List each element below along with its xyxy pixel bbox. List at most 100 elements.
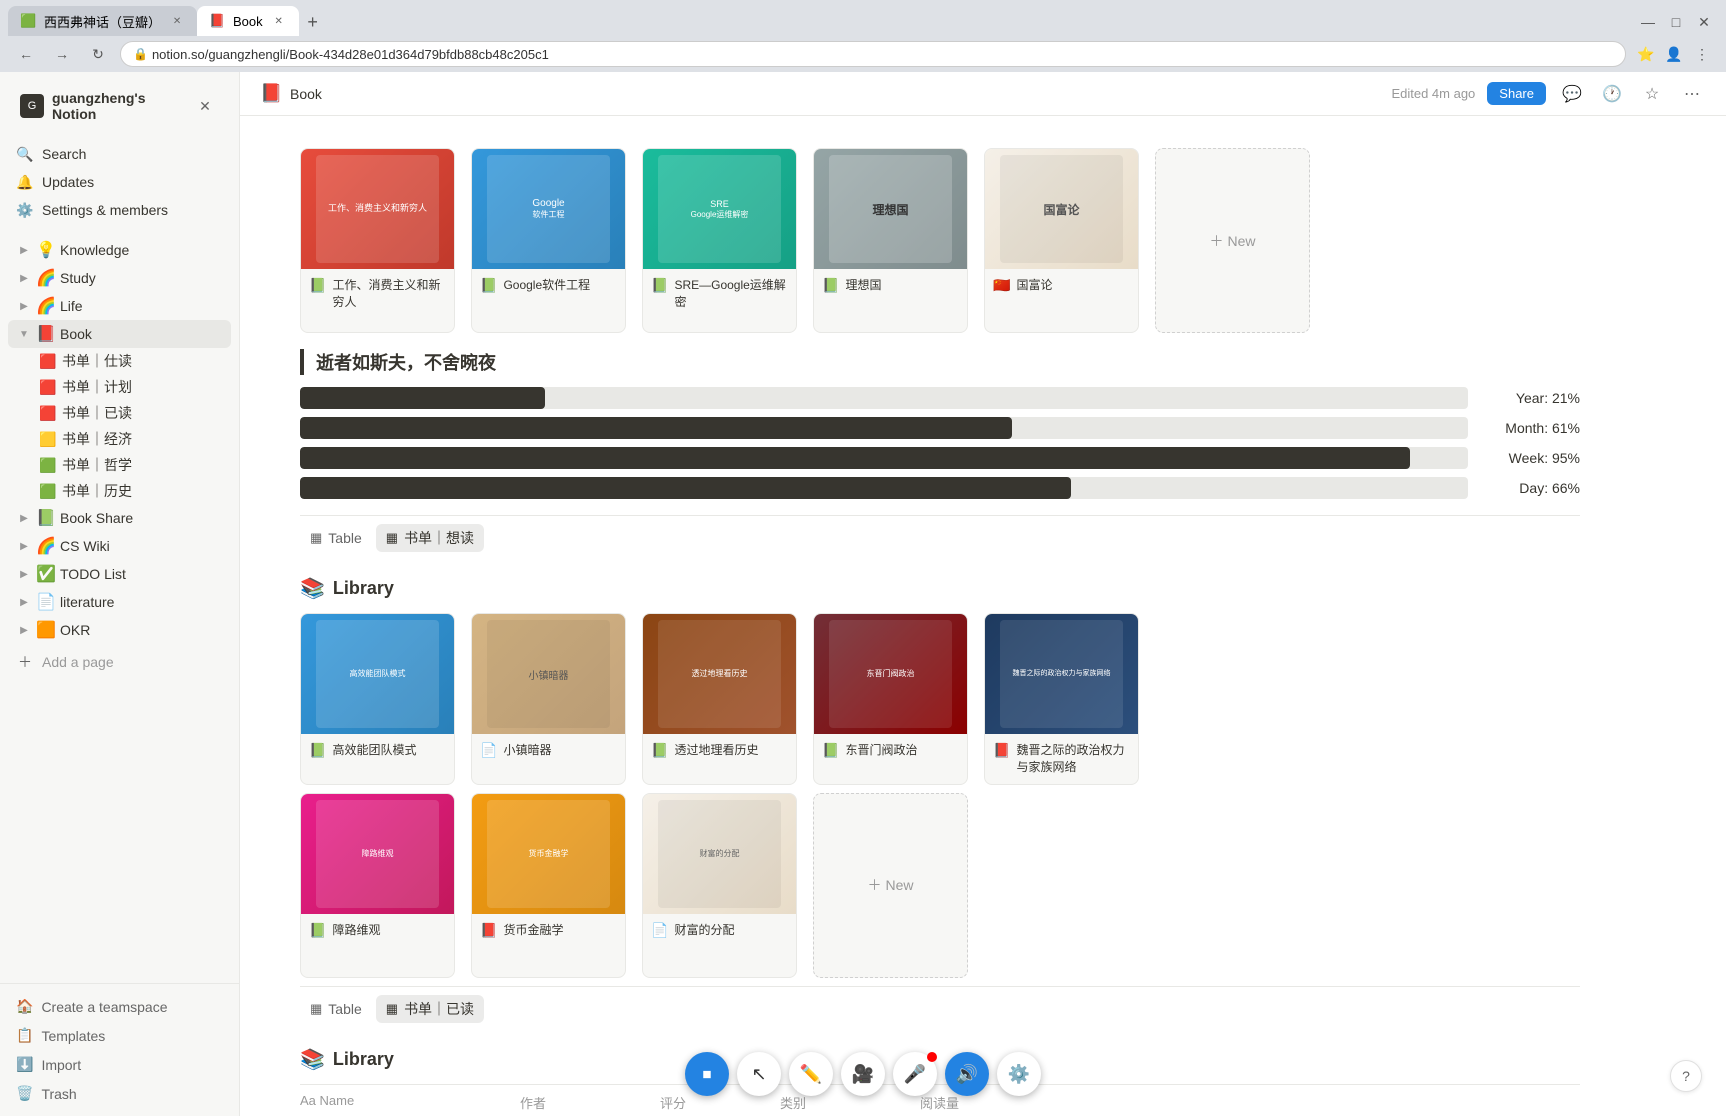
window-close[interactable]: ✕ (1690, 8, 1718, 36)
view-tab-xiangdu[interactable]: ▦ 书单｜想读 (376, 524, 484, 552)
window-minimize[interactable]: — (1634, 8, 1662, 36)
speaker-button[interactable]: 🔊 (945, 1052, 989, 1096)
sidebar-item-literature[interactable]: ▶ 📄 literature (8, 588, 231, 616)
share-button[interactable]: Share (1487, 82, 1546, 105)
stop-button[interactable]: ⏹ (685, 1052, 729, 1096)
sidebar-actions: ✕ (191, 92, 219, 120)
page-icon: 📕 (260, 83, 282, 105)
day-bar-container (300, 477, 1468, 499)
trash-btn[interactable]: 🗑️ Trash (8, 1079, 231, 1108)
lib-view-tab-yidu[interactable]: ▦ 书单｜已读 (376, 995, 484, 1023)
lib-view-tab-table[interactable]: ▦ Table (300, 995, 372, 1023)
book-card-5[interactable]: 国富论 🇨🇳 国富论 (984, 148, 1139, 333)
window-maximize[interactable]: □ (1662, 8, 1690, 36)
lib-info-4: 📗 东晋门阀政治 (814, 734, 967, 767)
page-content[interactable]: 工作、消费主义和新穷人 📗 工作、消费主义和新穷人 Google 软件 (240, 116, 1726, 1116)
lib-table-icon: ▦ (310, 1001, 322, 1017)
book-cover-1: 工作、消费主义和新穷人 (301, 149, 454, 269)
sidebar-subitem-zhexue[interactable]: 🟩 书单｜哲学 (8, 452, 231, 478)
tab1-close[interactable]: ✕ (169, 13, 185, 29)
browser-tab-2[interactable]: 📕 Book ✕ (197, 6, 299, 36)
settings-label: Settings & members (42, 202, 168, 218)
sidebar-item-knowledge[interactable]: ▶ 💡 Knowledge (8, 236, 231, 264)
book-card-2[interactable]: Google 软件工程 📗 Google软件工程 (471, 148, 626, 333)
book-card-3[interactable]: SRE Google运维解密 📗 SRE—Google运维解密 (642, 148, 797, 333)
sidebar-subitem-yidu[interactable]: 🟥 书单｜已读 (8, 400, 231, 426)
pen-button[interactable]: ✏️ (789, 1052, 833, 1096)
sidebar-tree: ▶ 💡 Knowledge ▶ 🌈 Study ▶ 🌈 Life ▼ 📕 Boo… (0, 228, 239, 983)
book-emoji-1: 📗 (309, 277, 326, 294)
templates-btn[interactable]: 📋 Templates (8, 1021, 231, 1050)
lib-emoji-2: 📄 (480, 742, 497, 759)
sidebar-item-bookshare[interactable]: ▶ 📗 Book Share (8, 504, 231, 532)
lib-card-4[interactable]: 东晋门阀政治 📗 东晋门阀政治 (813, 613, 968, 785)
book-card-4[interactable]: 理想国 📗 理想国 (813, 148, 968, 333)
week-label: Week: 95% (1480, 450, 1580, 466)
help-button[interactable]: ? (1670, 1060, 1702, 1092)
forward-button[interactable]: → (48, 40, 76, 68)
cursor-button[interactable]: ↖ (737, 1052, 781, 1096)
star-icon[interactable]: ☆ (1638, 80, 1666, 108)
cswiki-arrow: ▶ (16, 538, 32, 554)
lib-card-1[interactable]: 高效能团队模式 📗 高效能团队模式 (300, 613, 455, 785)
sidebar-subitem-shudang[interactable]: 🟥 书单｜仕读 (8, 348, 231, 374)
workspace-header[interactable]: G guangzheng's Notion ✕ (12, 84, 227, 128)
lib-emoji-7: 📕 (480, 922, 497, 939)
book-emoji-5: 🇨🇳 (993, 277, 1010, 294)
lib-card-8[interactable]: 财富的分配 📄 财富的分配 (642, 793, 797, 978)
comment-icon[interactable]: 💬 (1558, 80, 1586, 108)
sidebar-subitem-lishi[interactable]: 🟩 书单｜历史 (8, 478, 231, 504)
new-tab-button[interactable]: + (299, 8, 327, 36)
progress-row-day: Day: 66% (300, 477, 1580, 499)
sidebar-item-study[interactable]: ▶ 🌈 Study (8, 264, 231, 292)
lib-card-6[interactable]: 障路维观 📗 障路维观 (300, 793, 455, 978)
jihua-icon: 🟥 (40, 379, 56, 395)
todo-arrow: ▶ (16, 566, 32, 582)
lib-card-2[interactable]: 小镇暗器 📄 小镇暗器 (471, 613, 626, 785)
progress-row-week: Week: 95% (300, 447, 1580, 469)
book-arrow: ▼ (16, 326, 32, 342)
sidebar-item-life[interactable]: ▶ 🌈 Life (8, 292, 231, 320)
back-button[interactable]: ← (12, 40, 40, 68)
book-emoji-3: 📗 (651, 277, 668, 294)
add-book-btn[interactable]: ＋ New (1155, 148, 1310, 333)
col-author: 作者 (520, 1093, 640, 1112)
more-icon[interactable]: ⋮ (1690, 42, 1714, 66)
lib-card-7[interactable]: 货币金融学 📕 货币金融学 (471, 793, 626, 978)
settings-float-button[interactable]: ⚙️ (997, 1052, 1041, 1096)
tab2-close[interactable]: ✕ (271, 13, 287, 29)
sidebar-item-okr[interactable]: ▶ 🟧 OKR (8, 616, 231, 644)
sidebar-toggle-btn[interactable]: ✕ (191, 92, 219, 120)
book-card-1[interactable]: 工作、消费主义和新穷人 📗 工作、消费主义和新穷人 (300, 148, 455, 333)
address-bar[interactable]: 🔒 notion.so/guangzhengli/Book-434d28e01d… (120, 41, 1626, 67)
sidebar-item-updates[interactable]: 🔔 Updates (8, 168, 231, 196)
sidebar-item-settings[interactable]: ⚙️ Settings & members (8, 196, 231, 224)
clock-icon[interactable]: 🕐 (1598, 80, 1626, 108)
import-btn[interactable]: ⬇️ Import (8, 1050, 231, 1079)
lib-emoji-3: 📗 (651, 742, 668, 759)
sidebar-item-book[interactable]: ▼ 📕 Book (8, 320, 231, 348)
sidebar-subitem-jihua[interactable]: 🟥 书单｜计划 (8, 374, 231, 400)
mic-button[interactable]: 🎤 (893, 1052, 937, 1096)
book-info-2: 📗 Google软件工程 (472, 269, 625, 302)
more-options-icon[interactable]: ⋯ (1678, 80, 1706, 108)
view-tab-table[interactable]: ▦ Table (300, 524, 372, 552)
search-icon: 🔍 (16, 145, 34, 163)
sidebar-subitem-jingji[interactable]: 🟨 书单｜经济 (8, 426, 231, 452)
profile-icon[interactable]: 👤 (1662, 42, 1686, 66)
extensions-icon[interactable]: ⭐ (1634, 42, 1658, 66)
add-lib-book-btn[interactable]: ＋ New (813, 793, 968, 978)
sidebar-item-search[interactable]: 🔍 Search (8, 140, 231, 168)
create-teamspace-btn[interactable]: 🏠 Create a teamspace (8, 992, 231, 1021)
sidebar-item-cswiki[interactable]: ▶ 🌈 CS Wiki (8, 532, 231, 560)
add-page-btn[interactable]: ＋ Add a page (8, 648, 231, 676)
lib-card-3[interactable]: 透过地理看历史 📗 透过地理看历史 (642, 613, 797, 785)
sidebar-item-todo[interactable]: ▶ ✅ TODO List (8, 560, 231, 588)
browser-tab-1[interactable]: 🟩 西西弗神话（豆瓣） ✕ (8, 6, 197, 36)
lib-card-5[interactable]: 魏晋之际的政治权力与家族网络 📕 魏晋之际的政治权力与家族网络 (984, 613, 1139, 785)
lib-title-5: 魏晋之际的政治权力与家族网络 (1016, 742, 1130, 776)
video-button[interactable]: 🎥 (841, 1052, 885, 1096)
reload-button[interactable]: ↻ (84, 40, 112, 68)
knowledge-arrow: ▶ (16, 242, 32, 258)
workspace-avatar: G (20, 94, 44, 118)
